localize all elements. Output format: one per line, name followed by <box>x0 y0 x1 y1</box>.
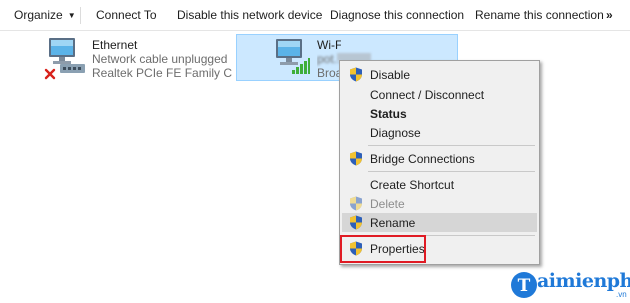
adapter-device: Broa <box>317 66 341 80</box>
disable-device-button[interactable]: Disable this network device <box>177 8 322 22</box>
diagnose-button[interactable]: Diagnose this connection <box>330 8 464 22</box>
menu-separator <box>368 171 535 172</box>
command-bar: Organize ▼ Connect To Disable this networ… <box>0 0 630 31</box>
organize-button[interactable]: Organize ▼ <box>14 8 76 22</box>
uac-shield-icon <box>350 215 362 230</box>
uac-shield-icon <box>350 196 362 211</box>
menu-item-label: Connect / Disconnect <box>370 88 485 102</box>
menu-item-label: Status <box>370 107 407 121</box>
uac-shield-icon <box>350 151 362 166</box>
watermark-logo: T aimienphi .vn <box>510 268 630 302</box>
dropdown-caret-icon: ▼ <box>67 11 76 21</box>
menu-item-label: Disable <box>370 68 411 82</box>
menu-item-label: Delete <box>370 197 405 211</box>
watermark-text: aimienphi <box>537 270 630 292</box>
menu-item-label: Bridge Connections <box>370 152 475 166</box>
menu-item-label: Rename <box>370 216 416 230</box>
rename-button[interactable]: Rename this connection <box>475 8 604 22</box>
adapter-status: Network cable unplugged <box>92 52 228 66</box>
disconnected-x-icon <box>44 68 56 80</box>
menu-separator <box>368 145 535 146</box>
adapter-name: Ethernet <box>92 38 138 52</box>
uac-shield-icon <box>350 67 362 82</box>
menu-item-disable[interactable]: Disable <box>342 65 537 84</box>
menu-item-create-shortcut[interactable]: Create Shortcut <box>342 175 537 194</box>
menu-item-diagnose[interactable]: Diagnose <box>342 123 537 142</box>
organize-label: Organize <box>14 8 63 22</box>
menu-item-bridge-connections[interactable]: Bridge Connections <box>342 149 537 168</box>
menu-item-status[interactable]: Status <box>342 104 537 123</box>
menu-item-connect-disconnect[interactable]: Connect / Disconnect <box>342 85 537 104</box>
menu-item-label: Create Shortcut <box>370 178 455 192</box>
properties-highlight-box <box>340 235 426 263</box>
more-commands-button[interactable]: » <box>606 8 613 22</box>
adapter-device: Realtek PCIe FE Family Con... <box>92 66 232 80</box>
menu-item-label: Diagnose <box>370 126 421 140</box>
signal-bars-icon <box>292 58 310 74</box>
connect-to-button[interactable]: Connect To <box>96 8 157 22</box>
menu-item-rename[interactable]: Rename <box>342 213 537 232</box>
svg-text:T: T <box>518 276 531 296</box>
adapter-name: Wi-Fi <box>317 38 341 52</box>
toolbar-divider <box>80 7 81 24</box>
menu-item-delete: Delete <box>342 194 537 213</box>
watermark-suffix: .vn <box>616 290 627 299</box>
taimienphi-logo-icon: T <box>511 272 537 298</box>
